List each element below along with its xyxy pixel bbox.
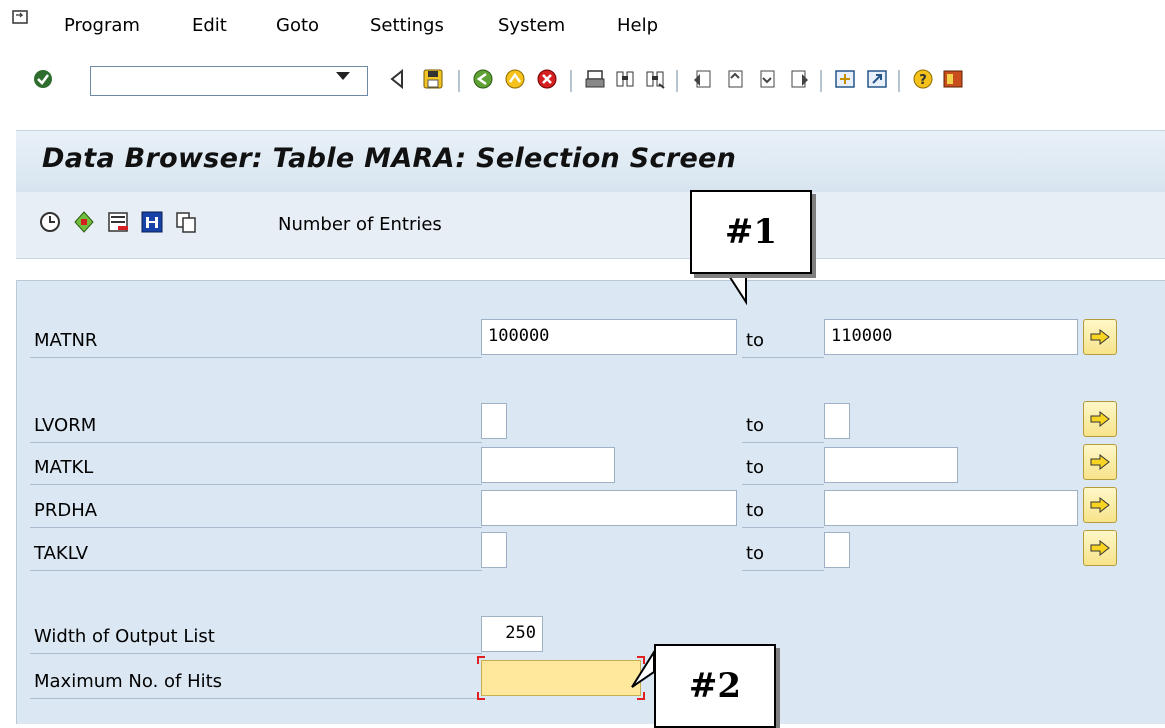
menu-edit[interactable]: Edit: [192, 15, 227, 36]
selection-options-icon[interactable]: [72, 210, 96, 234]
execute-icon[interactable]: [38, 210, 62, 234]
width-of-output-list-input[interactable]: 250: [481, 616, 543, 652]
menu-program[interactable]: Program: [64, 15, 140, 36]
save-icon[interactable]: [420, 66, 446, 92]
enter-check-icon[interactable]: [30, 66, 56, 92]
menu-bar: Program Edit Goto Settings System Help: [0, 0, 1165, 52]
arrow-right-icon: [1090, 328, 1110, 346]
maximum-hits-label: Maximum No. of Hits: [34, 671, 223, 692]
width-of-output-list-label: Width of Output List: [34, 626, 215, 647]
command-dropdown-icon[interactable]: [336, 72, 350, 80]
print-icon[interactable]: [582, 66, 608, 92]
row-divider: [30, 698, 482, 699]
multiple-selection-button[interactable]: [1083, 319, 1117, 355]
row-divider: [742, 527, 824, 528]
find-next-icon[interactable]: [642, 66, 668, 92]
to-label: to: [746, 543, 765, 564]
matkl-to-input[interactable]: [824, 447, 958, 483]
multiple-selection-button[interactable]: [1083, 530, 1117, 566]
toolbar-separator: [898, 70, 900, 92]
row-divider: [30, 570, 482, 571]
create-session-icon[interactable]: [832, 66, 858, 92]
row-divider: [742, 570, 824, 571]
first-page-icon[interactable]: [690, 66, 716, 92]
field-label-prdha: PRDHA: [34, 500, 98, 521]
customize-layout-icon[interactable]: [940, 66, 966, 92]
menu-help[interactable]: Help: [617, 15, 658, 36]
to-label: to: [746, 457, 765, 478]
lvorm-from-input[interactable]: [481, 403, 507, 439]
toolbar-separator: [458, 70, 460, 92]
help-icon[interactable]: ?: [910, 66, 936, 92]
row-divider: [742, 484, 824, 485]
matnr-from-input[interactable]: 100000: [481, 319, 737, 355]
row-divider: [30, 357, 482, 358]
back-triangle-icon[interactable]: [384, 66, 410, 92]
copy-selection-icon[interactable]: [174, 210, 198, 234]
shortcut-icon[interactable]: [864, 66, 890, 92]
to-label: to: [746, 500, 765, 521]
toolbar-separator: [570, 70, 572, 92]
prdha-from-input[interactable]: [481, 490, 737, 526]
number-of-entries-button[interactable]: Number of Entries: [278, 214, 442, 235]
svg-text:?: ?: [919, 73, 927, 88]
field-label-taklv: TAKLV: [34, 543, 89, 564]
matkl-from-input[interactable]: [481, 447, 615, 483]
menu-settings[interactable]: Settings: [370, 15, 444, 36]
prdha-to-input[interactable]: [824, 490, 1078, 526]
matnr-to-input[interactable]: 110000: [824, 319, 1078, 355]
page-title: Data Browser: Table MARA: Selection Scre…: [42, 143, 737, 174]
row-divider: [30, 653, 482, 654]
standard-toolbar: ?: [0, 58, 1165, 110]
next-page-icon[interactable]: [754, 66, 780, 92]
multiple-selection-button[interactable]: [1083, 444, 1117, 480]
exit-icon[interactable]: [502, 66, 528, 92]
find-icon[interactable]: [612, 66, 638, 92]
taklv-from-input[interactable]: [481, 532, 507, 568]
screen-title-bar: Data Browser: Table MARA: Selection Scre…: [16, 130, 1165, 193]
last-page-icon[interactable]: [786, 66, 812, 92]
row-divider: [30, 527, 482, 528]
menu-system[interactable]: System: [498, 15, 565, 36]
row-divider: [30, 484, 482, 485]
multiple-selection-button[interactable]: [1083, 401, 1117, 437]
arrow-right-icon: [1090, 453, 1110, 471]
toolbar-separator: [676, 70, 678, 92]
window-menu-icon[interactable]: [12, 10, 28, 24]
callout-2: #2: [654, 644, 776, 728]
delete-selection-icon[interactable]: [106, 210, 130, 234]
callout-1: #1: [690, 190, 812, 274]
row-divider: [742, 442, 824, 443]
to-label: to: [746, 415, 765, 436]
row-divider: [30, 442, 482, 443]
multiple-selection-button[interactable]: [1083, 487, 1117, 523]
field-label-lvorm: LVORM: [34, 415, 97, 436]
arrow-right-icon: [1090, 496, 1110, 514]
cancel-icon[interactable]: [534, 66, 560, 92]
row-divider: [742, 357, 824, 358]
back-green-icon[interactable]: [470, 66, 496, 92]
field-label-matkl: MATKL: [34, 457, 94, 478]
application-toolbar: Number of Entries: [16, 192, 1165, 259]
arrow-right-icon: [1090, 410, 1110, 428]
menu-goto[interactable]: Goto: [276, 15, 319, 36]
lvorm-to-input[interactable]: [824, 403, 850, 439]
toolbar-separator: [820, 70, 822, 92]
previous-page-icon[interactable]: [722, 66, 748, 92]
command-field[interactable]: [90, 66, 368, 96]
information-icon[interactable]: [140, 210, 164, 234]
arrow-right-icon: [1090, 539, 1110, 557]
field-label-matnr: MATNR: [34, 330, 98, 351]
to-label: to: [746, 330, 765, 351]
taklv-to-input[interactable]: [824, 532, 850, 568]
